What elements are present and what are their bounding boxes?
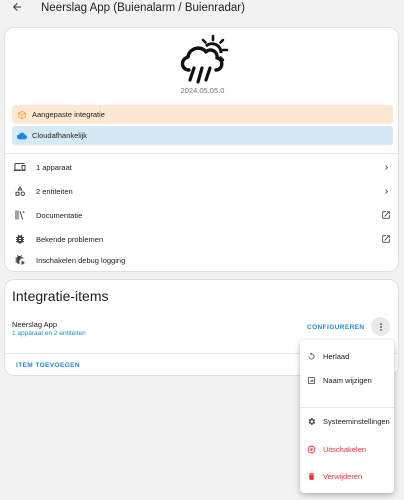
row-debug-logging[interactable]: Inschakelen debug logging: [5, 248, 398, 271]
menu-item-label: Herlaad: [323, 351, 350, 361]
package-icon: [16, 109, 27, 120]
menu-item-label: Systeeminstellingen: [323, 416, 390, 426]
row-entities[interactable]: 2 entiteiten: [5, 179, 398, 203]
open-in-new-icon: [381, 234, 391, 244]
menu-item-delete[interactable]: Verwijderen: [300, 464, 394, 488]
bug-icon: [14, 233, 26, 245]
cloud-icon: [16, 130, 27, 141]
divider: [5, 153, 398, 154]
custom-integration-label: Aangepaste integratie: [32, 110, 105, 119]
devices-icon: [14, 161, 26, 173]
menu-item-label: Naam wijzigen: [323, 375, 372, 385]
arrow-left-icon[interactable]: [11, 1, 23, 17]
weather-rain-cloud-sun-icon: [177, 34, 233, 86]
open-in-new-icon: [381, 210, 391, 220]
row-documentation[interactable]: Documentatie: [5, 203, 398, 227]
menu-item-reload[interactable]: Herlaad: [300, 344, 394, 368]
menu-divider: [300, 407, 394, 408]
menu-item-rename[interactable]: Naam wijzigen: [300, 368, 394, 392]
card-title: Integratie-items: [12, 288, 109, 304]
cloud-dependent-label: Cloudafhankelijk: [32, 131, 88, 140]
chevron-right-icon: [381, 162, 391, 172]
rename-icon: [307, 376, 316, 385]
delete-icon: [307, 472, 316, 481]
configure-button[interactable]: CONFIGUREREN: [307, 324, 365, 331]
stop-circle-icon: [307, 445, 316, 454]
shapes-icon: [14, 185, 26, 197]
integration-info-card: 2024.05.05.0 Aangepaste integratie Cloud…: [4, 27, 399, 272]
reload-icon: [307, 351, 316, 361]
row-label: 1 apparaat: [36, 162, 72, 172]
row-label: Documentatie: [36, 210, 83, 220]
menu-item-system-settings[interactable]: Systeeminstellingen: [300, 409, 394, 433]
row-label: Bekende problemen: [36, 234, 104, 244]
integration-version: 2024.05.05.0: [180, 86, 225, 95]
row-label: Inschakelen debug logging: [36, 255, 126, 265]
app-toolbar: Neerslag App (Buienalarm / Buienradar): [0, 0, 404, 20]
entry-name: Neerslag App: [12, 320, 58, 329]
row-devices[interactable]: 1 apparaat: [5, 155, 398, 179]
entry-overflow-menu: Herlaad Naam wijzigen Systeeminstellinge…: [300, 340, 394, 493]
page-title: Neerslag App (Buienalarm / Buienradar): [41, 2, 245, 14]
menu-item-label: Uitschakelen: [323, 444, 366, 454]
bug-play-icon: [14, 254, 26, 266]
menu-item-disable[interactable]: Uitschakelen: [300, 437, 394, 461]
cog-icon: [307, 417, 316, 426]
book-icon: [14, 209, 26, 221]
chevron-right-icon: [381, 186, 391, 196]
dots-vertical-icon[interactable]: [371, 317, 390, 336]
entry-devices-entities-link[interactable]: 1 apparaat en 2 entiteiten: [12, 330, 86, 337]
add-item-button[interactable]: ITEM TOEVOEGEN: [16, 362, 80, 369]
cloud-dependent-banner: Cloudafhankelijk: [12, 126, 393, 145]
row-label: 2 entiteiten: [36, 186, 73, 196]
custom-integration-banner: Aangepaste integratie: [12, 105, 393, 124]
menu-item-label: Verwijderen: [323, 471, 363, 481]
